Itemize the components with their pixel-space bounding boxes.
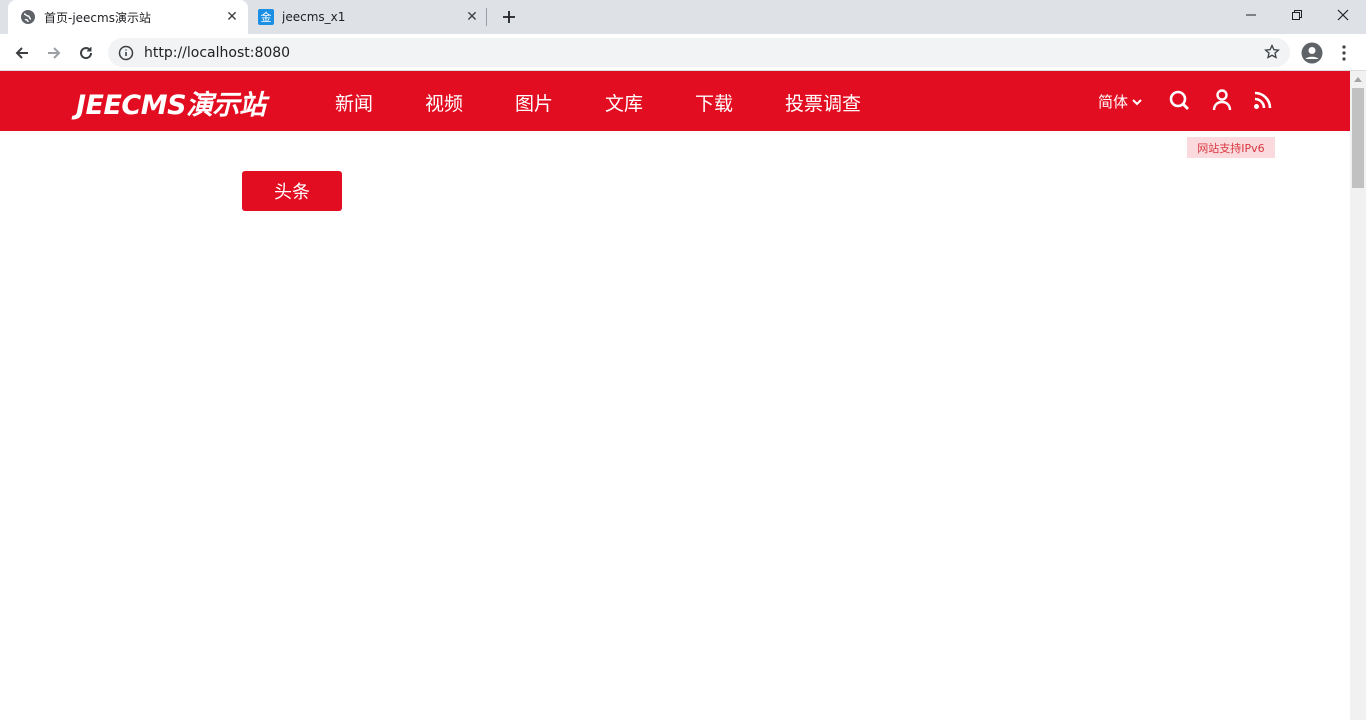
browser-toolbar: http://localhost:8080: [0, 34, 1366, 71]
rss-icon[interactable]: [1251, 88, 1275, 112]
url-text: http://localhost:8080: [144, 44, 291, 61]
restore-button[interactable]: [1274, 0, 1320, 30]
more-vert-icon: [1342, 45, 1346, 61]
site-header: JEECMS演示站 新闻 视频 图片 文库 下载 投票调查 简体: [0, 71, 1350, 131]
globe-icon: [20, 9, 36, 25]
reload-icon: [80, 47, 93, 60]
close-tab-icon[interactable]: ✕: [460, 5, 484, 29]
page-scrollbar[interactable]: [1350, 71, 1366, 720]
plus-icon: [503, 11, 515, 23]
profile-button[interactable]: [1298, 39, 1326, 67]
tab-jeecms-x1[interactable]: 金 jeecms_x1 ✕: [248, 0, 488, 34]
nav-item-pictures[interactable]: 图片: [515, 89, 553, 116]
search-icon[interactable]: [1167, 88, 1191, 112]
headline-tab-button[interactable]: 头条: [242, 171, 342, 211]
restore-icon: [1292, 10, 1302, 20]
language-label: 简体: [1098, 93, 1129, 111]
scrollbar-thumb[interactable]: [1352, 88, 1364, 188]
close-icon: [1337, 9, 1349, 21]
tab-title: jeecms_x1: [282, 10, 346, 24]
minimize-button[interactable]: [1228, 0, 1274, 30]
scroll-up-icon[interactable]: [1350, 71, 1366, 87]
minimize-icon: [1246, 14, 1256, 16]
nav-item-vote[interactable]: 投票调查: [785, 89, 861, 116]
new-tab-button[interactable]: [497, 5, 521, 29]
close-window-button[interactable]: [1320, 0, 1366, 30]
bookmark-star-icon[interactable]: [1264, 43, 1280, 64]
nav-item-video[interactable]: 视频: [425, 89, 463, 116]
account-circle-icon: [1301, 42, 1323, 64]
back-button[interactable]: [8, 39, 36, 67]
browser-tab-strip: 首页-jeecms演示站 ✕ 金 jeecms_x1 ✕: [0, 0, 1366, 34]
info-icon[interactable]: [108, 45, 144, 61]
arrow-left-icon: [15, 47, 28, 59]
user-icon[interactable]: [1210, 88, 1234, 112]
site-logo[interactable]: JEECMS演示站: [76, 83, 266, 122]
nav-item-news[interactable]: 新闻: [335, 89, 373, 116]
reload-button[interactable]: [72, 39, 100, 67]
address-bar[interactable]: http://localhost:8080: [108, 38, 1290, 67]
tab-title: 首页-jeecms演示站: [44, 10, 151, 25]
close-tab-icon[interactable]: ✕: [220, 5, 244, 29]
nav-item-download[interactable]: 下载: [695, 89, 733, 116]
tab-home[interactable]: 首页-jeecms演示站 ✕: [8, 0, 248, 34]
ipv6-badge: 网站支持IPv6: [1187, 137, 1275, 158]
language-select[interactable]: 简体: [1098, 91, 1142, 112]
jin-favicon-icon: 金: [258, 9, 274, 25]
arrow-right-icon: [48, 47, 61, 59]
browser-menu-button[interactable]: [1330, 39, 1358, 67]
nav-item-library[interactable]: 文库: [605, 89, 643, 116]
chevron-down-icon: [1132, 98, 1142, 105]
tab-separator: [486, 8, 487, 26]
forward-button[interactable]: [40, 39, 68, 67]
